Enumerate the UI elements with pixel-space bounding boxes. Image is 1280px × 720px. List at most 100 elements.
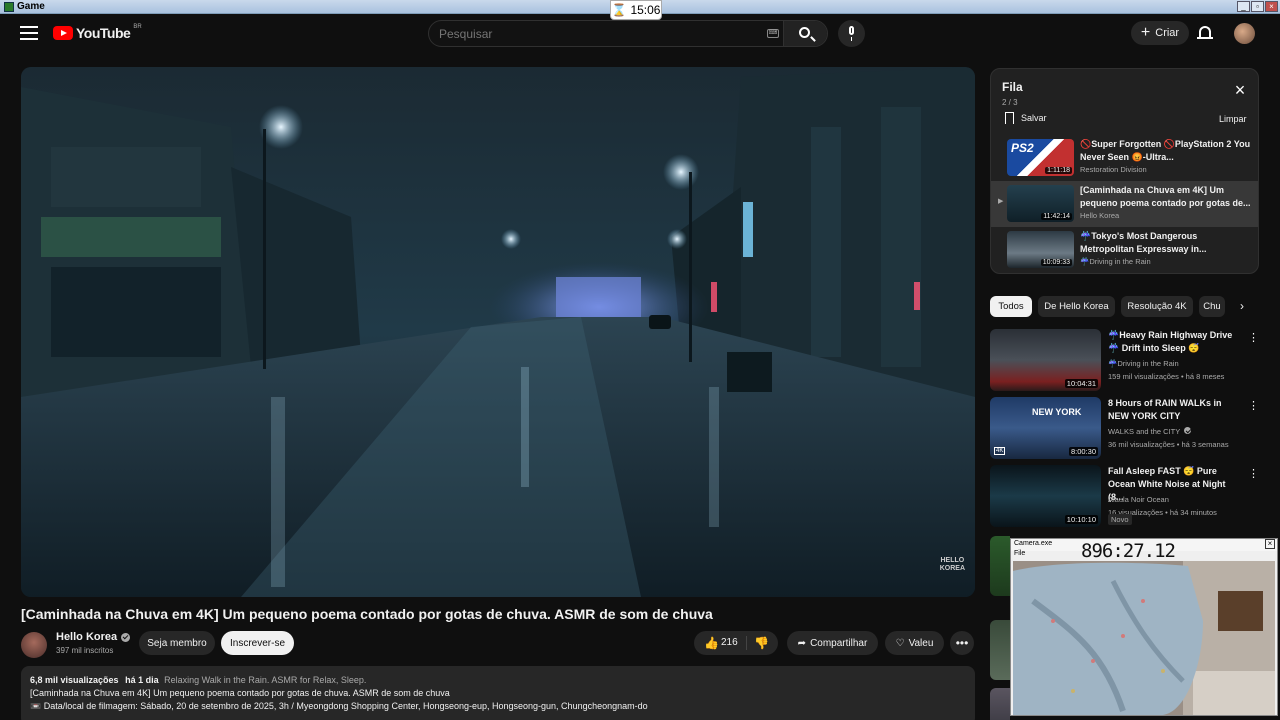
hourglass-icon: ⌛ [611, 3, 627, 17]
recommendation-item[interactable]: 10:04:31 ☔Heavy Rain Highway Drive☔ Drif… [990, 329, 1260, 391]
clock-time: 15:06 [630, 3, 661, 17]
queue-item-current[interactable]: ▶ 11:42:14 [Caminhada na Chuva em 4K] Um… [991, 181, 1258, 227]
bookmark-icon [1005, 112, 1014, 124]
camera-timer: 896:27.12 [1081, 540, 1176, 562]
queue-title: Fila [1002, 80, 1023, 94]
rec-stats: 36 mil visualizações • há 3 semanas [1108, 440, 1229, 449]
queue-item-title: 🚫Super Forgotten 🚫PlayStation 2 You Neve… [1080, 139, 1251, 162]
rec-thumbnail-partial[interactable] [990, 620, 1010, 680]
kebab-menu-icon[interactable]: ⋮ [1248, 399, 1259, 412]
like-count[interactable]: 216 [721, 637, 738, 648]
create-button[interactable]: + Criar [1131, 21, 1189, 45]
logo-country-code: BR [133, 24, 142, 30]
channel-watermark: HELLO KOREA [939, 557, 965, 572]
clear-queue-button[interactable]: Limpar [1219, 114, 1247, 124]
queue-item-channel: Hello Korea [1080, 211, 1120, 220]
chip-from-channel[interactable]: De Hello Korea [1038, 296, 1115, 317]
rec-thumbnail: NEW YORK 4K 8:00:30 [990, 397, 1101, 459]
video-player[interactable]: HELLO KOREA [21, 67, 975, 597]
maximize-button[interactable]: ▫ [1251, 1, 1264, 12]
notifications-bell-icon[interactable] [1197, 24, 1213, 42]
more-actions-icon[interactable]: ••• [950, 631, 974, 655]
queue-item[interactable]: PS2 1:11:18 🚫Super Forgotten 🚫PlayStatio… [991, 135, 1258, 181]
duration-badge: 11:42:14 [1041, 213, 1072, 220]
rec-thumbnail: 10:04:31 [990, 329, 1101, 391]
now-playing-arrow-icon: ▶ [998, 198, 1004, 205]
search-button[interactable] [783, 21, 827, 46]
duration-badge: 10:09:33 [1040, 259, 1072, 266]
account-avatar[interactable] [1234, 23, 1255, 44]
rec-channel: Alaula Noir Ocean [1108, 495, 1169, 504]
dislike-thumb-down-icon[interactable]: 👎 [754, 636, 769, 650]
rec-thumbnail: 10:10:10 [990, 465, 1101, 527]
verified-badge-icon [121, 632, 131, 642]
rec-channel: WALKS and the CITY [1108, 427, 1192, 436]
queue-item-channel: Restoration Division [1080, 165, 1147, 174]
description-line: [Caminhada na Chuva em 4K] Um pequeno po… [30, 688, 450, 698]
queue-item[interactable]: 10:09:33 ☔Tokyo's Most Dangerous Metropo… [991, 227, 1258, 273]
description-tags: Relaxing Walk in the Rain. ASMR for Rela… [164, 675, 367, 685]
save-queue-button[interactable]: Salvar [1005, 112, 1047, 124]
channel-name[interactable]: Hello Korea [56, 631, 131, 643]
rec-stats: 159 mil visualizações • há 8 meses [1108, 372, 1225, 381]
queue-item-title: [Caminhada na Chuva em 4K] Um pequeno po… [1080, 185, 1251, 208]
chevron-right-icon[interactable]: › [1235, 299, 1249, 313]
camera-close-icon[interactable]: × [1265, 539, 1275, 549]
rec-title: ☔Heavy Rain Highway Drive☔ Drift into Sl… [1108, 330, 1233, 353]
thanks-button[interactable]: ♡ Valeu [885, 631, 944, 655]
queue-item-channel: ☔Driving in the Rain [1080, 257, 1151, 266]
voice-search-button[interactable] [838, 20, 865, 47]
camera-file-menu[interactable]: File [1014, 550, 1025, 557]
thumb-text: NEW YORK [1032, 407, 1082, 417]
verified-badge-icon [1184, 427, 1192, 434]
description-box[interactable]: 6,8 mil visualizações há 1 dia Relaxing … [21, 666, 975, 720]
chip-rain[interactable]: Chu [1199, 296, 1225, 317]
subscriber-count: 397 mil inscritos [56, 646, 114, 655]
youtube-logo[interactable]: YouTube BR [53, 24, 142, 41]
heart-dollar-icon: ♡ [895, 637, 905, 649]
masthead: YouTube BR ⌨ + Criar [0, 14, 1280, 54]
duration-badge: 10:10:10 [1064, 515, 1098, 524]
camera-window[interactable]: Camera.exe × File 896:27.12 [1010, 538, 1278, 716]
rec-channel: ☔Driving in the Rain [1108, 359, 1179, 368]
window-title: Game [4, 1, 45, 12]
description-line: 📼 Data/local de filmagem: Sábado, 20 de … [30, 701, 648, 711]
keyboard-icon[interactable]: ⌨ [767, 29, 779, 38]
share-label: Compartilhar [810, 637, 868, 649]
rec-thumbnail-partial[interactable] [990, 536, 1010, 596]
search-input[interactable] [439, 25, 759, 43]
video-frame-rainy-street [21, 67, 975, 597]
thanks-label: Valeu [908, 637, 934, 649]
camera-feed [1013, 561, 1275, 715]
subscribe-button[interactable]: Inscrever-se [221, 631, 294, 655]
recommendation-item[interactable]: NEW YORK 4K 8:00:30 8 Hours of RAIN WALK… [990, 397, 1260, 459]
like-thumb-up-icon[interactable]: 👍 [704, 636, 719, 650]
close-queue-icon[interactable]: × [1232, 81, 1248, 99]
queue-panel: Fila 2 / 3 × Salvar Limpar PS2 1:11:18 🚫… [990, 68, 1259, 274]
microphone-icon [849, 26, 854, 35]
queue-thumbnail: PS2 1:11:18 [1007, 139, 1074, 176]
search-icon [799, 27, 810, 38]
rec-title: 8 Hours of RAIN WALKs in NEW YORK CITY [1108, 398, 1222, 421]
chip-all[interactable]: Todos [990, 296, 1032, 317]
kebab-menu-icon[interactable]: ⋮ [1248, 467, 1259, 480]
chip-4k[interactable]: Resolução 4K [1121, 296, 1193, 317]
plus-icon: + [1140, 24, 1151, 41]
quality-badge: 4K [994, 447, 1006, 455]
close-window-button[interactable]: × [1265, 1, 1278, 12]
kebab-menu-icon[interactable]: ⋮ [1248, 331, 1259, 344]
upload-age: há 1 dia [125, 675, 159, 685]
duration-badge: 10:04:31 [1064, 379, 1098, 388]
recommendation-item[interactable]: 10:10:10 Fall Asleep FAST 😴 Pure Ocean W… [990, 465, 1260, 527]
hamburger-menu-icon[interactable] [18, 22, 40, 44]
join-button[interactable]: Seja membro [139, 631, 215, 655]
page-scrollbar[interactable] [1272, 55, 1280, 535]
share-button[interactable]: ➦ Compartilhar [787, 631, 878, 655]
like-dislike-group: 👍 216 👎 [694, 631, 778, 655]
description-meta: 6,8 mil visualizações há 1 dia Relaxing … [30, 674, 966, 687]
queue-thumbnail: 11:42:14 [1007, 185, 1074, 222]
view-count: 6,8 mil visualizações [30, 675, 119, 685]
channel-avatar[interactable] [21, 632, 47, 658]
rec-thumbnail-partial[interactable] [990, 688, 1010, 720]
minimize-button[interactable]: _ [1237, 1, 1250, 12]
